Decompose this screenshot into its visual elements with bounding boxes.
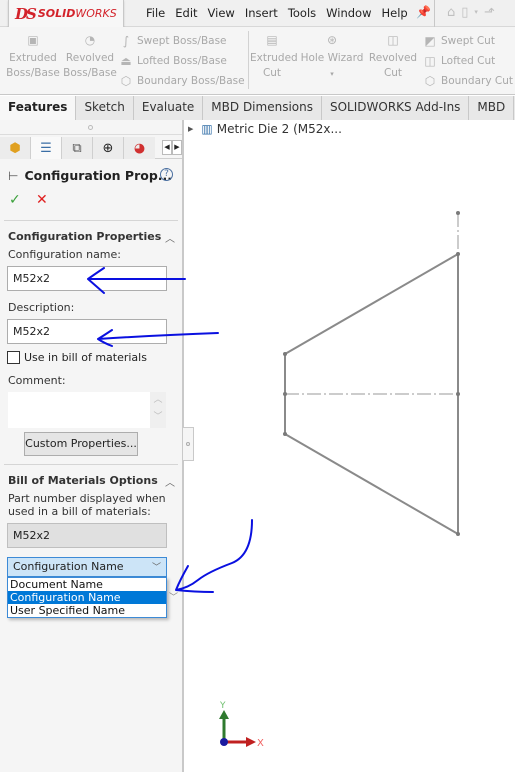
scroll-left-icon[interactable]: ◀ — [162, 140, 172, 155]
cancel-button[interactable]: ✕ — [36, 192, 48, 208]
divider — [4, 220, 178, 221]
part-number-source-select[interactable]: Configuration Name ﹀ — [7, 557, 167, 577]
tree-item-label: Metric Die 2 (M52x... — [216, 122, 342, 136]
panel-splitter[interactable] — [0, 120, 182, 135]
part-number-input: M52x2 — [7, 523, 167, 548]
description-label: Description: — [8, 301, 75, 314]
sketch-point — [283, 432, 287, 436]
use-in-bom-row[interactable]: Use in bill of materials — [7, 351, 147, 364]
select-value: Configuration Name — [13, 560, 124, 573]
option-configuration-name[interactable]: Configuration Name — [8, 591, 166, 604]
property-manager-title: ⊢ Configuration Prop... — [8, 168, 172, 183]
feature-tree-root[interactable]: ▶ ▥ Metric Die 2 (M52x... — [188, 122, 342, 136]
page-title: Configuration Prop... — [24, 168, 173, 183]
expand-arrow-icon[interactable]: ▶ — [188, 125, 193, 133]
property-manager-icon: ☰ — [40, 140, 52, 156]
divider — [4, 464, 178, 465]
chevron-down-icon: ﹀ — [151, 563, 161, 573]
part-icon: ▥ — [201, 122, 213, 136]
option-user-specified-name[interactable]: User Specified Name — [8, 604, 166, 617]
comment-scrollbar[interactable]: ︿ ﹀ — [150, 392, 166, 428]
description-input[interactable]: M52x2 — [7, 319, 167, 344]
part-number-source-dropdown: Document Name Configuration Name User Sp… — [7, 577, 167, 618]
config-name-label: Configuration name: — [8, 248, 121, 261]
use-in-bom-checkbox[interactable] — [7, 351, 20, 364]
sketch-point — [456, 252, 460, 256]
display-manager-tab[interactable]: ◕ — [124, 137, 155, 159]
x-axis-arrowhead — [246, 737, 256, 747]
part-number-label-line1: Part number displayed when — [8, 492, 166, 505]
option-document-name[interactable]: Document Name — [8, 578, 166, 591]
collapse-hidden-icon: ﹀ — [169, 593, 179, 603]
collapse-bom-options-icon[interactable]: ︿ — [165, 474, 175, 489]
splitter-handle-icon[interactable] — [88, 125, 93, 130]
bom-options-group-title: Bill of Materials Options — [8, 474, 158, 487]
scroll-up-icon[interactable]: ︿ — [150, 392, 166, 409]
coordinate-triad: Y X — [219, 701, 264, 749]
feature-manager-tab[interactable]: ⬢ — [0, 137, 31, 159]
scroll-down-icon[interactable]: ﹀ — [150, 409, 166, 426]
manager-tab-scroll: ◀ ▶ — [162, 140, 182, 155]
property-manager-tab[interactable]: ☰ — [31, 137, 62, 159]
panel-handle-icon[interactable] — [186, 442, 190, 446]
display-manager-icon: ◕ — [133, 140, 146, 156]
y-axis-label: Y — [219, 701, 226, 711]
dimxpert-manager-tab[interactable]: ⊕ — [93, 137, 124, 159]
configuration-manager-icon: ⧉ — [72, 140, 82, 156]
y-axis-arrowhead — [219, 710, 229, 719]
sketch-point — [456, 392, 460, 396]
scroll-right-icon[interactable]: ▶ — [172, 140, 182, 155]
part-number-label-line2: used in a bill of materials: — [8, 505, 151, 518]
sketch-line-bottom-slant — [284, 433, 459, 535]
custom-properties-button[interactable]: Custom Properties... — [24, 432, 138, 456]
sketch-point — [283, 352, 287, 356]
z-axis-origin — [220, 738, 228, 746]
comment-label: Comment: — [8, 374, 66, 387]
feature-manager-icon: ⬢ — [9, 140, 21, 156]
x-axis-label: X — [257, 738, 264, 749]
manager-tabs: ⬢ ☰ ⧉ ⊕ ◕ ◀ ▶ — [0, 137, 182, 159]
config-properties-group-title: Configuration Properties — [8, 230, 162, 243]
sketch-point — [456, 211, 460, 215]
panel-collapse-tab[interactable] — [183, 427, 194, 461]
sketch-line-top-slant — [284, 253, 459, 355]
config-name-input[interactable]: M52x2 — [7, 266, 167, 291]
comment-textarea[interactable] — [8, 392, 150, 428]
sketch-point — [456, 532, 460, 536]
use-in-bom-label: Use in bill of materials — [24, 351, 147, 364]
help-icon[interactable]: ? — [160, 168, 173, 181]
dimxpert-icon: ⊕ — [102, 140, 114, 156]
collapse-config-properties-icon[interactable]: ︿ — [165, 230, 175, 245]
sketch-point — [283, 392, 287, 396]
solidworks-window: DS SOLIDWORKS File Edit View Insert Tool… — [0, 0, 515, 772]
configuration-icon: ⊢ — [8, 168, 19, 183]
ok-button[interactable]: ✓ — [9, 192, 21, 208]
configuration-manager-tab[interactable]: ⧉ — [62, 137, 93, 159]
